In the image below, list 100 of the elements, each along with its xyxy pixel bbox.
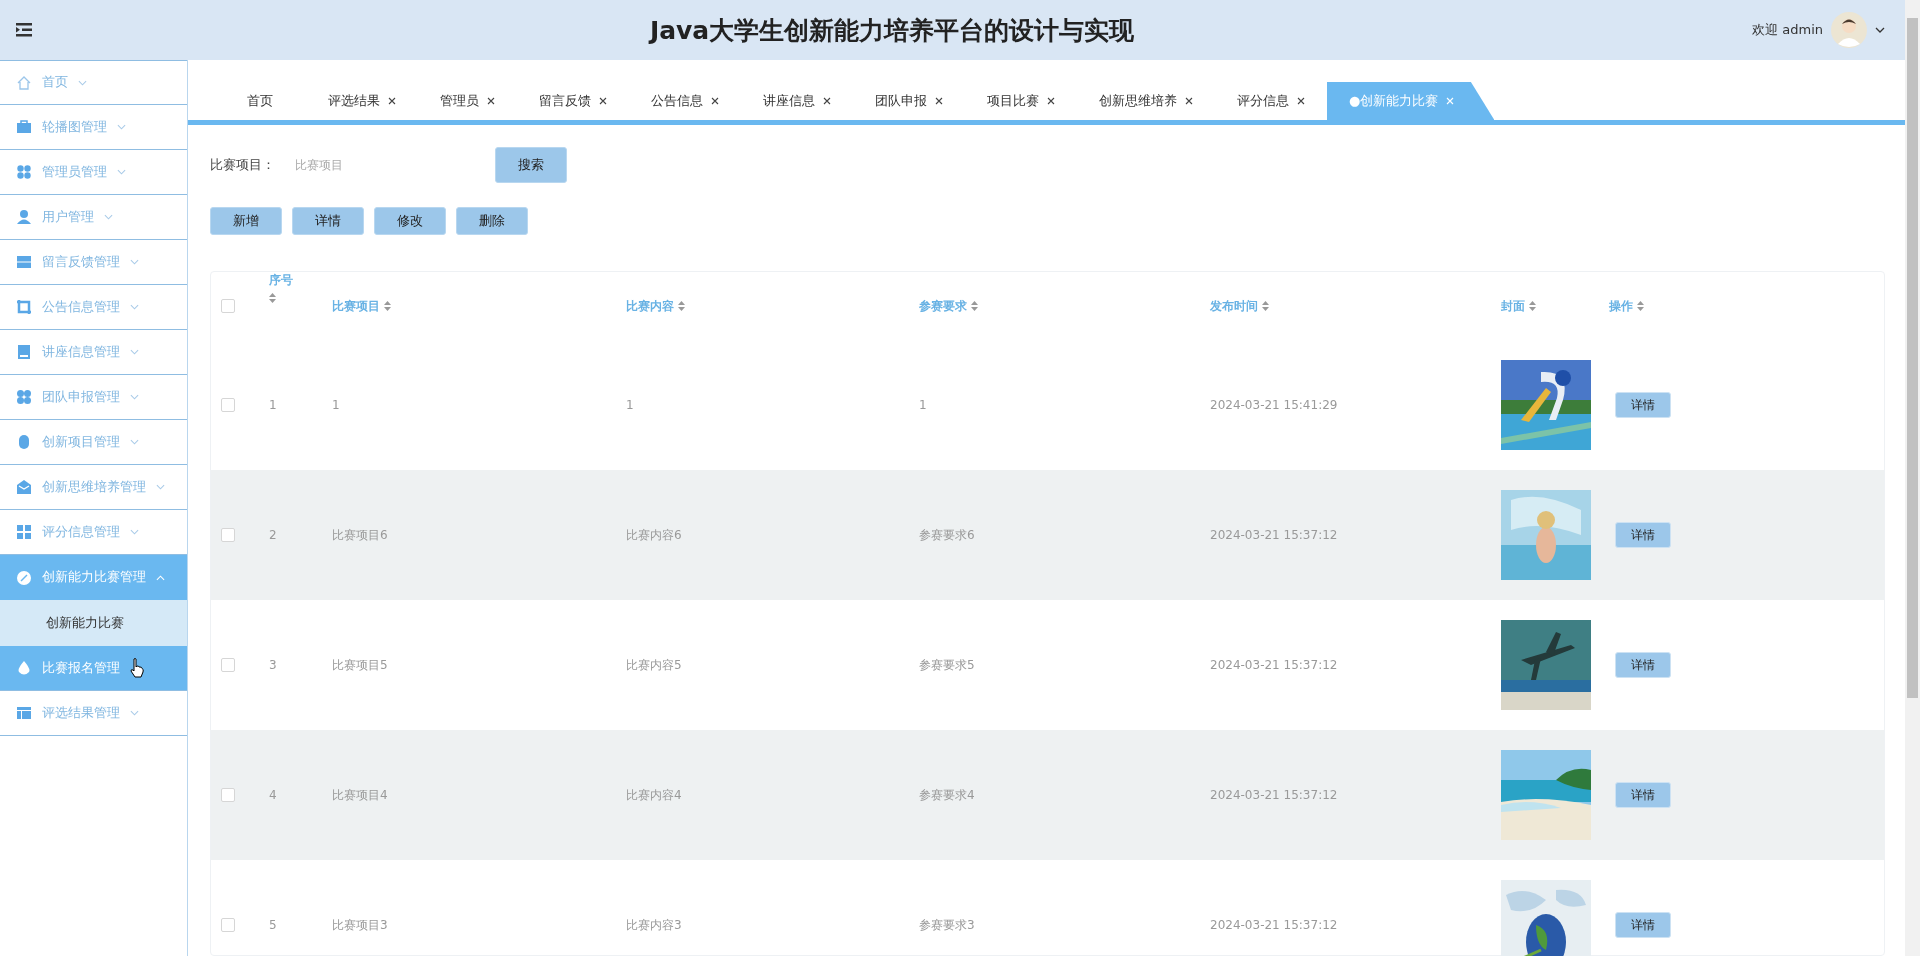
close-icon[interactable] — [935, 97, 943, 105]
checkbox[interactable] — [221, 398, 235, 412]
tab[interactable]: 团队申报 — [853, 82, 965, 120]
close-icon[interactable] — [388, 97, 396, 105]
sidebar-item[interactable]: 比赛报名管理 — [0, 646, 187, 691]
tab[interactable]: 项目比赛 — [965, 82, 1077, 120]
close-icon[interactable] — [823, 97, 831, 105]
close-icon[interactable] — [1297, 97, 1305, 105]
tab[interactable]: 管理员 — [418, 82, 517, 120]
close-icon[interactable] — [1047, 97, 1055, 105]
table-cell: 1 — [919, 398, 927, 412]
sidebar-item[interactable]: 管理员管理 — [0, 150, 187, 195]
tab[interactable]: 首页 — [214, 82, 306, 120]
column-header[interactable]: 发布时间 — [1210, 297, 1258, 315]
table-cell: 3 — [269, 658, 277, 672]
sidebar-item[interactable]: 公告信息管理 — [0, 285, 187, 330]
column-header[interactable]: 参赛要求 — [919, 297, 967, 315]
action-button[interactable]: 新增 — [210, 207, 282, 235]
details-button[interactable]: 详情 — [1615, 392, 1671, 418]
pointer-cursor-icon — [130, 658, 144, 678]
sidebar-item[interactable]: 创新思维培养管理 — [0, 465, 187, 510]
details-button[interactable]: 详情 — [1615, 782, 1671, 808]
submenu-item[interactable]: 创新能力比赛 — [0, 600, 187, 646]
column-header[interactable]: 序号 — [269, 272, 293, 289]
tab[interactable]: 评分信息 — [1215, 82, 1327, 120]
table-cell: 比赛内容5 — [626, 656, 682, 674]
table-cell: 比赛项目5 — [332, 656, 388, 674]
action-button[interactable]: 修改 — [374, 207, 446, 235]
crop-icon — [16, 299, 32, 315]
welcome-text: 欢迎 admin — [1752, 21, 1823, 39]
checkbox[interactable] — [221, 658, 235, 672]
action-button[interactable]: 删除 — [456, 207, 528, 235]
tab[interactable]: 公告信息 — [629, 82, 741, 120]
tab[interactable]: 留言反馈 — [517, 82, 629, 120]
sort-icon[interactable] — [384, 301, 391, 311]
table-cell: 比赛内容3 — [626, 916, 682, 934]
menu-icon[interactable] — [16, 23, 32, 37]
sort-icon[interactable] — [1262, 301, 1269, 311]
table-cell: 比赛项目4 — [332, 786, 388, 804]
table-cell: 2 — [269, 528, 277, 542]
sidebar-item[interactable]: 评选结果管理 — [0, 691, 187, 736]
sidebar-item[interactable]: 讲座信息管理 — [0, 330, 187, 375]
user-icon — [16, 209, 32, 225]
table-cell: 参赛要求6 — [919, 526, 975, 544]
table-cell: 1 — [332, 398, 340, 412]
checkbox[interactable] — [221, 788, 235, 802]
column-header[interactable]: 封面 — [1501, 297, 1525, 315]
sidebar-item[interactable]: 创新项目管理 — [0, 420, 187, 465]
dots-icon — [16, 389, 32, 405]
tab[interactable]: ●创新能力比赛 — [1327, 82, 1495, 120]
sort-icon[interactable] — [971, 301, 978, 311]
column-header[interactable]: 比赛内容 — [626, 297, 674, 315]
scrollbar-thumb[interactable] — [1907, 18, 1918, 698]
field-label: 比赛项目： — [210, 156, 275, 174]
close-icon[interactable] — [599, 97, 607, 105]
sidebar-item[interactable]: 用户管理 — [0, 195, 187, 240]
details-button[interactable]: 详情 — [1615, 652, 1671, 678]
action-button[interactable]: 详情 — [292, 207, 364, 235]
drop-icon — [16, 660, 32, 676]
sidebar-item[interactable]: 留言反馈管理 — [0, 240, 187, 285]
table-cell: 比赛内容6 — [626, 526, 682, 544]
details-button[interactable]: 详情 — [1615, 912, 1671, 938]
sort-icon[interactable] — [1529, 301, 1536, 311]
chevron-down-icon[interactable] — [1875, 27, 1885, 33]
close-icon[interactable] — [487, 97, 495, 105]
table-cell: 参赛要求3 — [919, 916, 975, 934]
grid-icon — [16, 524, 32, 540]
column-header[interactable]: 比赛项目 — [332, 297, 380, 315]
envelope-icon — [16, 479, 32, 495]
panel-icon — [16, 254, 32, 270]
checkbox[interactable] — [221, 918, 235, 932]
close-icon[interactable] — [711, 97, 719, 105]
table-cell: 2024-03-21 15:37:12 — [1210, 918, 1338, 932]
details-button[interactable]: 详情 — [1615, 522, 1671, 548]
table-cell: 比赛项目6 — [332, 526, 388, 544]
mouse-icon — [16, 434, 32, 450]
tablet-icon — [16, 344, 32, 360]
briefcase-icon — [16, 119, 32, 135]
sidebar-item[interactable]: 轮播图管理 — [0, 105, 187, 150]
tab[interactable]: 创新思维培养 — [1077, 82, 1215, 120]
tab[interactable]: 讲座信息 — [741, 82, 853, 120]
table-cell: 2024-03-21 15:37:12 — [1210, 658, 1338, 672]
sidebar-item[interactable]: 团队申报管理 — [0, 375, 187, 420]
table-cell: 2024-03-21 15:41:29 — [1210, 398, 1338, 412]
search-button[interactable]: 搜索 — [495, 147, 567, 183]
sidebar-item[interactable]: 创新能力比赛管理 — [0, 555, 187, 600]
table-cell: 5 — [269, 918, 277, 932]
sort-icon[interactable] — [269, 293, 276, 303]
tab[interactable]: 评选结果 — [306, 82, 418, 120]
close-icon[interactable] — [1185, 97, 1193, 105]
column-header[interactable]: 操作 — [1609, 297, 1633, 315]
sort-icon[interactable] — [1637, 301, 1644, 311]
layout-icon — [16, 705, 32, 721]
sidebar-item[interactable]: 首页 — [0, 60, 187, 105]
table-cell: 1 — [269, 398, 277, 412]
sort-icon[interactable] — [678, 301, 685, 311]
table-cell: 2024-03-21 15:37:12 — [1210, 788, 1338, 802]
avatar-icon[interactable] — [1831, 12, 1867, 48]
checkbox[interactable] — [221, 299, 235, 313]
checkbox[interactable] — [221, 528, 235, 542]
